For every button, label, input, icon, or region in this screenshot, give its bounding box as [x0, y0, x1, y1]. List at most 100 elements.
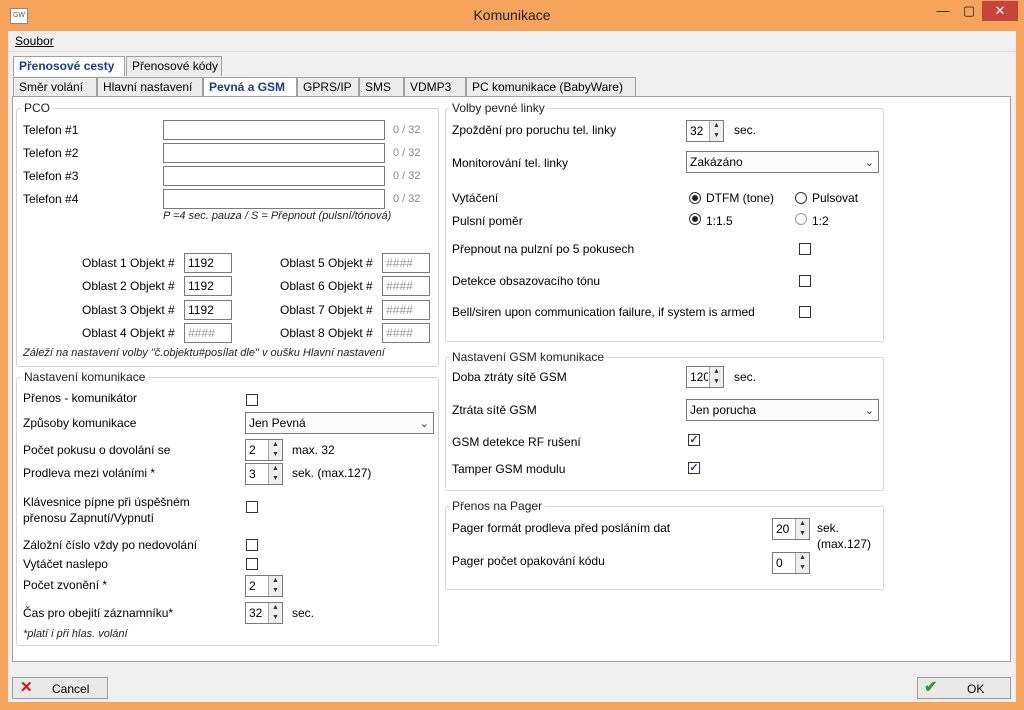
- phone-2-input[interactable]: [163, 143, 385, 163]
- spin-down-icon[interactable]: ▼: [269, 474, 282, 484]
- pco-hint: P =4 sec. pauza / S = Přepnout (pulsní/t…: [163, 210, 392, 222]
- pager-opak-spinner[interactable]: 0 ▲ ▼: [772, 552, 810, 574]
- doba-suffix: sec.: [734, 370, 757, 384]
- spin-down-icon[interactable]: ▼: [269, 613, 282, 623]
- area-5-label: Oblast 5 Objekt #: [280, 256, 373, 270]
- maximize-button[interactable]: ▢: [956, 1, 982, 21]
- area-5-input[interactable]: ####: [382, 253, 430, 273]
- area-3-input[interactable]: 1192: [184, 300, 232, 320]
- spin-down-icon[interactable]: ▼: [796, 529, 809, 539]
- pager-opak-value: 0: [776, 556, 783, 570]
- area-7-input[interactable]: ####: [382, 300, 430, 320]
- doba-spinner[interactable]: 120 ▲ ▼: [686, 366, 724, 388]
- spin-down-icon[interactable]: ▼: [710, 377, 723, 387]
- detekce-checkbox[interactable]: [799, 275, 811, 287]
- phone-3-input[interactable]: [163, 166, 385, 186]
- rf-checkbox[interactable]: ✓: [688, 434, 700, 446]
- tab-gprs-ip[interactable]: GPRS/IP: [297, 77, 359, 97]
- tamper-checkbox[interactable]: ✓: [688, 462, 700, 474]
- spin-down-icon[interactable]: ▼: [796, 563, 809, 573]
- area-2-input[interactable]: 1192: [184, 276, 232, 296]
- prepnout-checkbox[interactable]: [799, 243, 811, 255]
- tab-pevna-a-gsm[interactable]: Pevná a GSM: [203, 77, 297, 97]
- vytacet-checkbox[interactable]: [246, 558, 258, 570]
- pokusy-label: Počet pokusu o dovolání se: [23, 443, 171, 457]
- phone-4-input[interactable]: [163, 189, 385, 209]
- pager-format-spinner[interactable]: 20 ▲ ▼: [772, 518, 810, 540]
- ztrata-select[interactable]: Jen porucha ⌄: [686, 399, 879, 421]
- tab-vdmp3[interactable]: VDMP3: [404, 77, 466, 97]
- pager-format-label: Pager formát prodleva před posláním dat: [452, 521, 671, 535]
- pomer-2-radio[interactable]: [795, 213, 807, 225]
- monitor-select[interactable]: Zakázáno ⌄: [686, 151, 879, 173]
- cancel-x-icon: ✕: [20, 679, 33, 696]
- klavesnice-label-1: Klávesnice pípne při úspěšném: [23, 495, 190, 509]
- zalozni-checkbox[interactable]: [246, 539, 258, 551]
- prenos-label: Přenos - komunikátor: [23, 391, 138, 405]
- phone-1-count: 0 / 32: [393, 124, 421, 136]
- pager-format-value: 20: [776, 522, 790, 536]
- doba-value: 120: [690, 370, 708, 384]
- title-bar: GW Komunikace — ▢ ✕: [0, 0, 1024, 31]
- monitor-value: Zakázáno: [690, 155, 743, 169]
- tab-pc-komunikace[interactable]: PC komunikace (BabyWare): [466, 77, 636, 97]
- area-8-label: Oblast 8 Objekt #: [280, 326, 373, 340]
- prenos-checkbox[interactable]: [246, 394, 258, 406]
- zpusoby-value: Jen Pevná: [249, 416, 306, 430]
- area-6-input[interactable]: ####: [382, 276, 430, 296]
- prodleva-suffix: sek. (max.127): [292, 466, 372, 480]
- bell-checkbox[interactable]: [799, 306, 811, 318]
- zpusoby-select[interactable]: Jen Pevná ⌄: [245, 412, 434, 434]
- zvoneni-spinner[interactable]: 2 ▲ ▼: [245, 575, 283, 597]
- zvoneni-value: 2: [249, 579, 256, 593]
- window-border-right: [1016, 31, 1024, 710]
- doba-label: Doba ztráty sítě GSM: [452, 370, 567, 384]
- spin-down-icon[interactable]: ▼: [710, 131, 723, 141]
- tab-hlavni-nastaveni[interactable]: Hlavní nastavení: [97, 77, 203, 97]
- area-3-label: Oblast 3 Objekt #: [82, 303, 175, 317]
- spin-down-icon[interactable]: ▼: [269, 586, 282, 596]
- spin-down-icon[interactable]: ▼: [269, 450, 282, 460]
- cancel-label: Cancel: [52, 682, 90, 696]
- prepnout-label: Přepnout na pulzní po 5 pokusech: [452, 242, 635, 256]
- minimize-button[interactable]: —: [930, 1, 956, 21]
- klavesnice-checkbox[interactable]: [246, 501, 258, 513]
- dtfm-radio[interactable]: [689, 192, 701, 204]
- pco-legend: PCO: [21, 101, 54, 115]
- tab-sms[interactable]: SMS: [359, 77, 404, 97]
- komunikace-note: *platí i při hlas. volání: [23, 628, 128, 640]
- area-4-input[interactable]: ####: [184, 323, 232, 343]
- menu-file[interactable]: Soubor: [15, 34, 54, 48]
- bell-label: Bell/siren upon communication failure, i…: [452, 305, 755, 319]
- area-1-input[interactable]: 1192: [184, 253, 232, 273]
- menu-bar: Soubor: [8, 31, 1016, 52]
- klavesnice-label-2: přenosu Zapnutí/Vypnutí: [23, 511, 154, 525]
- prodleva-label: Prodleva mezi voláními *: [23, 466, 156, 480]
- pokusy-spinner[interactable]: 2 ▲ ▼: [245, 439, 283, 461]
- phone-1-input[interactable]: [163, 120, 385, 140]
- window: GW Komunikace — ▢ ✕ Soubor Přenosové ces…: [0, 0, 1024, 710]
- prodleva-spinner[interactable]: 3 ▲ ▼: [245, 463, 283, 485]
- area-8-input[interactable]: ####: [382, 323, 430, 343]
- zpusoby-label: Způsoby komunikace: [23, 416, 137, 430]
- close-button[interactable]: ✕: [982, 1, 1018, 21]
- zpozdeni-value: 32: [690, 124, 704, 138]
- pulsovat-radio[interactable]: [795, 192, 807, 204]
- ztrata-value: Jen porucha: [690, 403, 757, 417]
- zpozdeni-spinner[interactable]: 32 ▲ ▼: [686, 120, 724, 142]
- tab-smer-volani[interactable]: Směr volání: [13, 77, 97, 97]
- cancel-button[interactable]: ✕ Cancel: [12, 677, 108, 699]
- pomer-15-radio[interactable]: [689, 213, 701, 225]
- ok-check-icon: ✔: [924, 679, 938, 696]
- zvoneni-label: Počet zvonění *: [23, 578, 108, 592]
- pager-format-suffix-1: sek.: [817, 521, 840, 535]
- cas-spinner[interactable]: 32 ▲ ▼: [245, 602, 283, 624]
- phone-2-label: Telefon #2: [23, 146, 79, 160]
- tab-prenosove-cesty[interactable]: Přenosové cesty: [13, 56, 125, 76]
- pager-format-suffix-2: (max.127): [817, 537, 872, 551]
- ok-button[interactable]: ✔ OK: [917, 677, 1011, 699]
- tab-prenosove-kody[interactable]: Přenosové kódy: [126, 56, 222, 76]
- ok-label: OK: [967, 682, 985, 696]
- monitor-label: Monitorování tel. linky: [452, 156, 569, 170]
- chevron-down-icon: ⌄: [864, 157, 874, 169]
